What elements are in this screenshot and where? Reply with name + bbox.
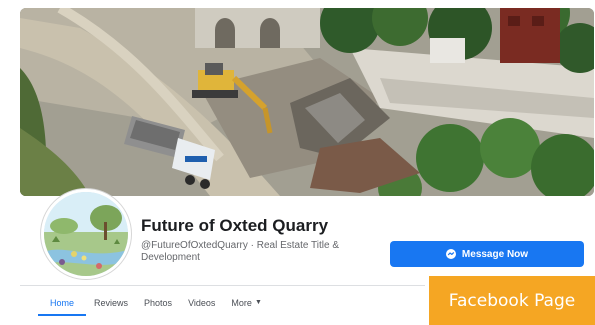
- tab-more[interactable]: More ▼: [223, 292, 269, 316]
- caret-down-icon: ▼: [254, 299, 262, 306]
- facebook-page-header: Future of Oxted Quarry @FutureOfOxtedQua…: [0, 0, 595, 325]
- cover-photo[interactable]: [20, 8, 594, 196]
- tab-videos-label: Videos: [188, 298, 216, 308]
- facebook-page-badge: Facebook Page: [429, 276, 595, 325]
- quarry-aerial-image: [20, 8, 594, 196]
- badge-label: Facebook Page: [448, 290, 576, 311]
- tabs-divider: [20, 285, 425, 286]
- tab-reviews-label: Reviews: [94, 298, 129, 308]
- page-avatar[interactable]: [41, 189, 131, 279]
- tab-home-label: Home: [50, 298, 75, 308]
- tab-home[interactable]: Home: [38, 292, 87, 316]
- page-tabs: Home Reviews Photos Videos More ▼: [38, 292, 270, 322]
- tab-photos[interactable]: Photos: [136, 292, 180, 316]
- message-now-button[interactable]: Message Now: [390, 241, 584, 267]
- page-title: Future of Oxted Quarry: [141, 216, 329, 235]
- tab-photos-label: Photos: [144, 298, 173, 308]
- tab-more-label: More: [231, 298, 252, 308]
- message-now-label: Message Now: [461, 248, 529, 260]
- landscape-painting-image: [44, 192, 128, 276]
- page-handle-category: @FutureOfOxtedQuarry · Real Estate Title…: [141, 240, 339, 263]
- tab-videos[interactable]: Videos: [180, 292, 223, 316]
- tab-reviews[interactable]: Reviews: [86, 292, 136, 316]
- messenger-icon: [445, 249, 456, 259]
